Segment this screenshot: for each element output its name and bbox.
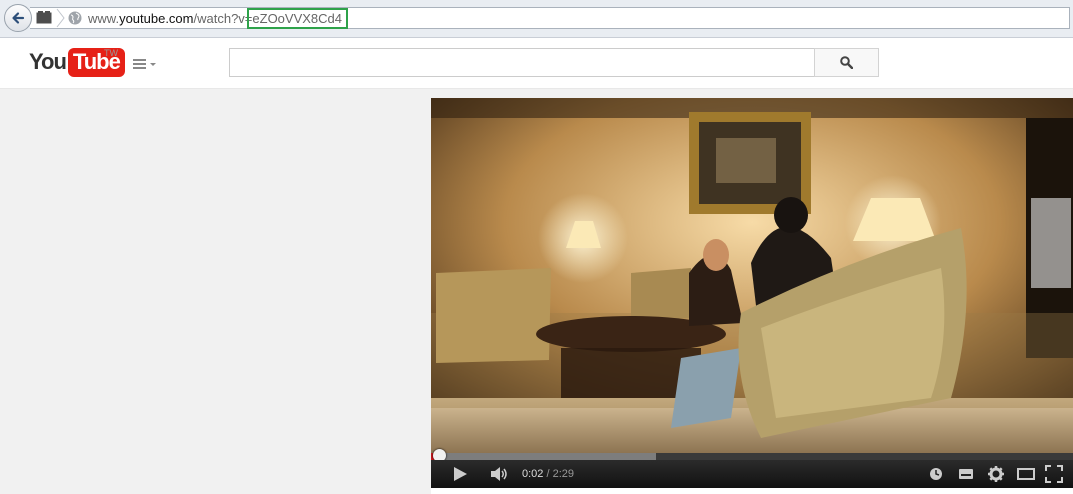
video-frame[interactable]	[431, 98, 1073, 453]
duration: 2:29	[552, 468, 575, 480]
time-display: 0:02 / 2:29	[522, 468, 574, 480]
back-arrow-icon	[12, 12, 25, 24]
page-icon[interactable]	[36, 11, 52, 24]
settings-gear-icon[interactable]	[987, 465, 1005, 483]
volume-icon[interactable]	[490, 465, 508, 483]
chevron-separator-icon	[56, 8, 65, 28]
progress-loaded	[431, 453, 656, 460]
url-video-id-highlight	[247, 8, 348, 29]
below-player-area	[431, 488, 1073, 494]
browser-toolbar: www.youtube.com/watch?v=eZOoVVX8Cd4	[0, 0, 1073, 38]
play-icon[interactable]	[451, 465, 469, 483]
globe-icon[interactable]	[68, 11, 82, 25]
url-domain: youtube.com	[119, 11, 194, 26]
theater-mode-icon[interactable]	[1017, 465, 1035, 483]
current-time: 0:02	[522, 468, 544, 480]
captions-icon[interactable]	[957, 465, 975, 483]
player-controls: 0:02 / 2:29	[431, 460, 1073, 488]
logo-you: You	[29, 49, 67, 74]
watch-later-icon[interactable]	[927, 465, 945, 483]
video-player[interactable]: 0:02 / 2:29	[431, 98, 1073, 488]
search-input[interactable]	[229, 48, 815, 77]
youtube-header: You Tube TW	[0, 38, 1073, 89]
time-separator: /	[543, 468, 553, 480]
url-prefix: www.	[88, 11, 120, 26]
progress-bar[interactable]	[431, 449, 1073, 462]
guide-menu-icon[interactable]	[133, 58, 157, 70]
logo-region-label: TW	[104, 48, 118, 58]
back-button[interactable]	[4, 4, 32, 32]
search-icon	[840, 56, 853, 69]
fullscreen-icon[interactable]	[1045, 465, 1063, 483]
search-button[interactable]	[814, 48, 879, 77]
